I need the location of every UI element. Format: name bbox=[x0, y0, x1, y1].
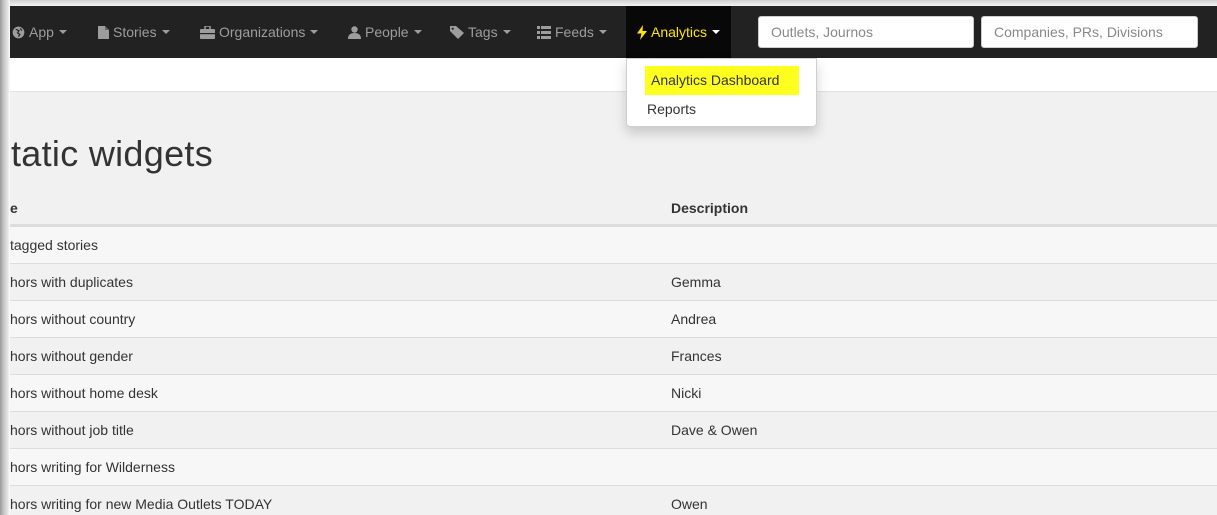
menu-item-analytics-dashboard[interactable]: Analytics Dashboard bbox=[645, 66, 799, 95]
row-name[interactable]: tagged stories bbox=[10, 237, 98, 253]
nav-feeds[interactable]: Feeds bbox=[537, 6, 607, 58]
analytics-dropdown-menu: Analytics Dashboard Reports bbox=[626, 58, 817, 127]
row-name[interactable]: hors without job title bbox=[10, 422, 134, 438]
table-row[interactable]: hors without home desk Nicki bbox=[10, 374, 1217, 411]
window-left-edge bbox=[0, 0, 10, 515]
nav-feeds-label: Feeds bbox=[555, 24, 594, 40]
menu-item-reports[interactable]: Reports bbox=[627, 95, 816, 124]
flash-icon bbox=[637, 24, 647, 40]
nav-stories[interactable]: Stories bbox=[98, 6, 170, 58]
table-row[interactable]: tagged stories bbox=[10, 226, 1217, 263]
row-description: Andrea bbox=[671, 311, 717, 327]
tag-icon bbox=[450, 25, 464, 39]
nav-tags[interactable]: Tags bbox=[450, 6, 511, 58]
chevron-down-icon bbox=[161, 30, 170, 34]
row-description: Dave & Owen bbox=[671, 422, 758, 438]
widgets-table: e Description tagged stories hors with d… bbox=[10, 189, 1217, 515]
nav-organizations[interactable]: Organizations bbox=[200, 6, 319, 58]
row-name[interactable]: hors writing for new Media Outlets TODAY bbox=[10, 496, 272, 512]
table-header: e Description bbox=[10, 189, 1217, 226]
user-icon bbox=[348, 25, 361, 39]
table-row[interactable]: hors without country Andrea bbox=[10, 300, 1217, 337]
browser-viewport: App Stories Organizations People Tags Fe… bbox=[0, 0, 1217, 515]
nav-analytics[interactable]: Analytics bbox=[626, 6, 732, 58]
row-name[interactable]: hors without country bbox=[10, 311, 135, 327]
row-name[interactable]: hors without gender bbox=[10, 348, 133, 364]
column-header-description: Description bbox=[671, 200, 749, 216]
secondary-bar bbox=[10, 58, 1217, 92]
row-description: Gemma bbox=[671, 274, 721, 290]
nav-analytics-label: Analytics bbox=[651, 24, 708, 40]
table-row[interactable]: hors with duplicates Gemma bbox=[10, 263, 1217, 300]
nav-tags-label: Tags bbox=[468, 24, 498, 40]
column-header-name: e bbox=[10, 200, 18, 216]
page-title: tatic widgets bbox=[11, 133, 213, 174]
row-description: Frances bbox=[671, 348, 722, 364]
nav-people[interactable]: People bbox=[348, 6, 422, 58]
row-name[interactable]: hors without home desk bbox=[10, 385, 158, 401]
chevron-down-icon bbox=[502, 30, 511, 34]
nav-people-label: People bbox=[365, 24, 409, 40]
outlets-journos-search-input[interactable] bbox=[758, 16, 974, 48]
nav-app-label: App bbox=[29, 24, 54, 40]
chevron-down-icon bbox=[598, 30, 607, 34]
window-top-edge bbox=[0, 0, 1217, 6]
table-body: tagged stories hors with duplicates Gemm… bbox=[10, 226, 1217, 515]
list-icon bbox=[537, 25, 551, 39]
chevron-down-icon bbox=[712, 30, 721, 34]
row-description: Nicki bbox=[671, 385, 702, 401]
table-row[interactable]: hors without gender Frances bbox=[10, 337, 1217, 374]
table-row[interactable]: hors writing for new Media Outlets TODAY… bbox=[10, 485, 1217, 515]
briefcase-icon bbox=[200, 25, 215, 39]
nav-app[interactable]: App bbox=[12, 6, 67, 58]
chevron-down-icon bbox=[413, 30, 422, 34]
companies-search-input[interactable] bbox=[981, 16, 1198, 48]
globe-icon bbox=[12, 26, 25, 39]
row-name[interactable]: hors writing for Wilderness bbox=[10, 459, 175, 475]
chevron-down-icon bbox=[310, 30, 319, 34]
top-navbar: App Stories Organizations People Tags Fe… bbox=[10, 6, 1217, 58]
table-row[interactable]: hors writing for Wilderness bbox=[10, 448, 1217, 485]
table-row[interactable]: hors without job title Dave & Owen bbox=[10, 411, 1217, 448]
chevron-down-icon bbox=[58, 30, 67, 34]
nav-stories-label: Stories bbox=[113, 24, 157, 40]
file-icon bbox=[98, 25, 109, 39]
row-description: Owen bbox=[671, 496, 708, 512]
row-name[interactable]: hors with duplicates bbox=[10, 274, 133, 290]
nav-organizations-label: Organizations bbox=[219, 24, 306, 40]
